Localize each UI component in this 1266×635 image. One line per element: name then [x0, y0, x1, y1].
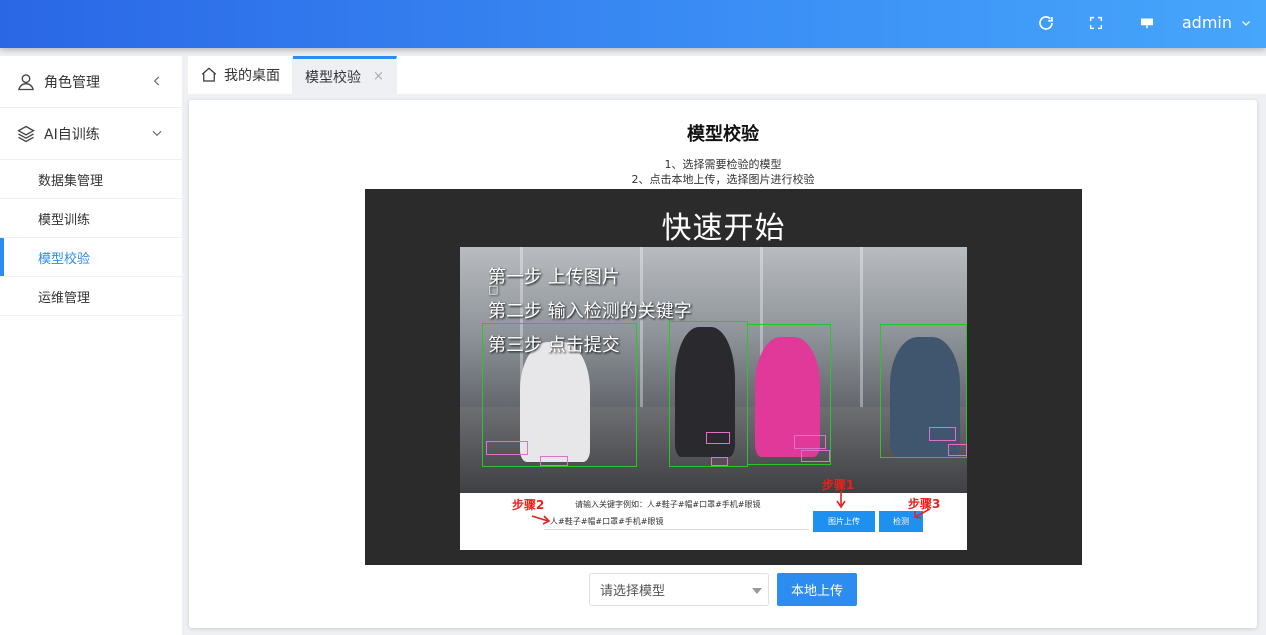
demo-mock-form: 请输入关键字例如：人#鞋子#帽#口罩#手机#眼镜 人#鞋子#帽#口罩#手机#眼镜… [460, 478, 967, 550]
shoe-box [929, 427, 956, 441]
arrow-right-icon [532, 515, 551, 525]
demo-photo: 第一步 上传图片 □ 第二步 输入检测的关键字 第三步 点击提交 [460, 247, 967, 493]
sidebar-group-ai[interactable]: AI自训练 [0, 108, 182, 160]
top-bar: admin [0, 0, 1266, 48]
shoe-box [711, 457, 728, 466]
sidebar-item-training[interactable]: 模型训练 [0, 199, 182, 238]
demo-step-3: 第三步 点击提交 [488, 335, 620, 356]
layers-icon [16, 124, 36, 144]
instruction-step-1: 1、选择需要检验的模型 [664, 158, 782, 171]
sidebar-group-role[interactable]: 角色管理 [0, 56, 182, 108]
annotation-step-2: 步骤2 [512, 498, 545, 512]
instructions: 1、选择需要检验的模型 2、点击本地上传，选择图片进行校验 [189, 157, 1257, 187]
chevron-left-icon [153, 76, 160, 86]
sidebar-group-label: AI自训练 [44, 126, 100, 143]
model-select[interactable]: 请选择模型 [589, 573, 769, 606]
shoe-box [794, 435, 826, 449]
background-pillar [640, 247, 643, 407]
shoe-box [486, 441, 528, 455]
close-icon[interactable]: × [373, 69, 384, 84]
shoe-box [801, 450, 830, 462]
shoe-box [706, 432, 730, 444]
chevron-down-icon [152, 130, 162, 137]
user-name: admin [1181, 13, 1232, 32]
shoe-box [540, 456, 568, 466]
tab-validation[interactable]: 模型校验 × [293, 56, 397, 94]
sidebar-item-dataset[interactable]: 数据集管理 [0, 160, 182, 199]
local-upload-button[interactable]: 本地上传 [777, 573, 857, 606]
page-title: 模型校验 [687, 124, 759, 145]
fullscreen-icon[interactable] [1085, 12, 1107, 34]
screen-icon[interactable] [1136, 12, 1158, 34]
instruction-step-2: 2、点击本地上传，选择图片进行校验 [631, 173, 815, 186]
mock-input: 人#鞋子#帽#口罩#手机#眼镜 [544, 513, 809, 530]
quick-start-image: 快速开始 第一步 上传图片 □ 第二步 输入检测的关键字 第三步 点击提交 请输… [365, 189, 1082, 565]
tab-bar: 我的桌面 模型校验 × [188, 56, 1266, 94]
arrow-left-icon [914, 508, 930, 519]
chevron-down-icon [1242, 20, 1250, 26]
tab-desktop[interactable]: 我的桌面 [188, 56, 293, 94]
user-menu[interactable]: admin [1182, 13, 1252, 32]
home-icon [201, 67, 217, 82]
sidebar-item-ops[interactable]: 运维管理 [0, 277, 182, 316]
demo-step-marker: □ [488, 283, 499, 296]
mock-hint: 请输入关键字例如：人#鞋子#帽#口罩#手机#眼镜 [575, 500, 761, 509]
background-pillar [860, 247, 863, 407]
quick-start-title: 快速开始 [661, 211, 786, 246]
sidebar-item-validation[interactable]: 模型校验 [0, 238, 182, 277]
user-icon [16, 72, 36, 92]
arrow-down-icon [836, 491, 846, 509]
main-card: 模型校验 1、选择需要检验的模型 2、点击本地上传，选择图片进行校验 快速开始 [189, 100, 1257, 628]
tab-label: 模型校验 [305, 69, 361, 86]
demo-step-2: 第二步 输入检测的关键字 [488, 301, 692, 322]
sidebar-group-label: 角色管理 [44, 74, 100, 91]
refresh-icon[interactable] [1035, 12, 1057, 34]
caret-down-icon [752, 588, 762, 594]
shoe-box [948, 444, 967, 456]
sidebar: 角色管理 AI自训练 数据集管理 模型训练 模型校验 运维管理 [0, 56, 182, 635]
tab-label: 我的桌面 [224, 68, 280, 84]
detection-box [669, 321, 748, 467]
controls: 请选择模型 本地上传 [589, 573, 857, 606]
mock-upload-button: 图片上传 [813, 511, 875, 532]
model-select-placeholder: 请选择模型 [600, 584, 666, 599]
demo-step-1: 第一步 上传图片 [488, 267, 620, 288]
